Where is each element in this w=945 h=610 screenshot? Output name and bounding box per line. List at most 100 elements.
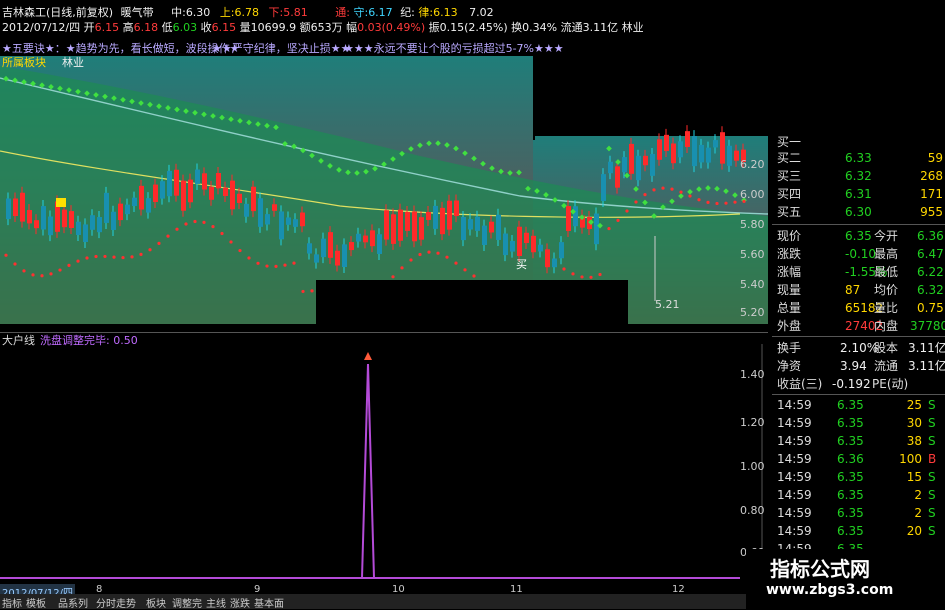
- sub-tick: 1.00: [740, 460, 765, 473]
- candle-body: [664, 134, 669, 151]
- price-tick: 5.40: [740, 278, 765, 291]
- red-dot: [40, 274, 44, 278]
- stock-title[interactable]: 吉林森工(日线,前复权): [2, 6, 113, 19]
- book-vol: 268: [920, 169, 943, 183]
- candle-body: [146, 198, 151, 213]
- candle-body: [734, 150, 739, 161]
- candle-body: [713, 140, 718, 148]
- low-value: 6.03: [172, 21, 198, 34]
- candle-body: [650, 153, 655, 176]
- candle-body: [356, 233, 361, 242]
- red-dot: [166, 234, 170, 238]
- candle-body: [69, 211, 74, 228]
- high-value: 6.18: [133, 21, 159, 34]
- tab-adjust[interactable]: 调整完: [172, 595, 202, 610]
- fund-label: 流通: [874, 359, 899, 373]
- tick-side: S: [928, 434, 936, 448]
- tick-time: 14:59: [777, 488, 812, 502]
- candle-body: [426, 212, 431, 220]
- book-price: 6.31: [845, 187, 872, 201]
- turn-label: 换: [511, 21, 523, 34]
- candle-body: [216, 173, 221, 189]
- candle-body: [34, 220, 39, 229]
- tick-vol: 20: [906, 524, 922, 538]
- open-label: 开: [83, 21, 95, 34]
- site-watermark: 指标公式网 www.zbgs3.com: [746, 549, 945, 609]
- tab-updown[interactable]: 涨跌: [230, 595, 250, 610]
- tab-fundamental[interactable]: 基本面: [254, 595, 284, 610]
- candle-body: [720, 132, 725, 164]
- red-dot: [112, 255, 116, 259]
- candle-body: [447, 200, 452, 230]
- tab-mainline[interactable]: 主线: [206, 595, 226, 610]
- tab-template[interactable]: 模板: [26, 595, 46, 610]
- red-dot: [211, 225, 215, 229]
- float-value: 3.11亿: [582, 21, 619, 34]
- down-value: 5.81: [283, 6, 308, 19]
- stat-label: 量比: [874, 301, 899, 315]
- red-dot: [670, 187, 674, 191]
- r5-value: 7.02: [469, 6, 494, 19]
- panel-divider: [772, 336, 945, 337]
- red-dot: [139, 252, 143, 256]
- main-kline-chart[interactable]: 所属板块 林业 5.21 买 6.20 6.00 5.80 5.60 5.40 …: [0, 56, 772, 324]
- red-dot: [616, 218, 620, 222]
- tab-sector[interactable]: 板块: [146, 595, 166, 610]
- red-dot: [688, 194, 692, 198]
- fund-value: 2.10%: [840, 341, 879, 355]
- red-dot: [625, 209, 629, 213]
- stat-row: 外盘 27402 内盘 37780: [772, 318, 945, 334]
- candle-body: [223, 187, 228, 196]
- book-row: 买二 6.33 59: [772, 150, 945, 166]
- price-tick: 6.20: [740, 158, 765, 171]
- red-dot: [652, 188, 656, 192]
- sub-axis: 1.40 1.20 1.00 0.80 0.60: [740, 368, 770, 568]
- red-dot: [301, 289, 305, 294]
- candle-body: [41, 206, 46, 230]
- candle-body: [517, 226, 522, 256]
- down-label: 下:: [268, 6, 284, 19]
- red-dot: [121, 255, 125, 260]
- red-dot: [58, 268, 62, 272]
- book-price: 6.32: [845, 169, 872, 183]
- r4-label: 律:: [418, 6, 434, 19]
- candle-body: [510, 240, 515, 252]
- red-dot: [76, 259, 80, 263]
- candle-body: [370, 230, 375, 247]
- red-dot: [265, 264, 269, 268]
- candle-body: [377, 234, 382, 254]
- candle-body: [643, 155, 648, 166]
- watermark-url: www.zbgs3.com: [766, 582, 894, 598]
- red-dot: [580, 275, 584, 279]
- candle-body: [433, 205, 438, 229]
- candle-body: [384, 210, 389, 240]
- r1-label: 通:: [335, 6, 350, 19]
- red-dot: [607, 226, 611, 231]
- tick-vol: 2: [914, 488, 922, 502]
- tick-list[interactable]: 14:59 6.35 25 S 14:59 6.35 30 S 14:59 6.35 38 S 1…: [772, 396, 945, 556]
- candle-body: [566, 206, 571, 232]
- tab-intraday[interactable]: 分时走势: [96, 595, 136, 610]
- indicator-tag[interactable]: 暖气带: [121, 6, 154, 19]
- mid-label: 中:: [171, 6, 186, 19]
- candle-body: [6, 198, 11, 220]
- vol-value: 10699.9: [250, 21, 297, 34]
- book-label: 买四: [777, 187, 802, 201]
- candle-body: [503, 233, 508, 256]
- candle-body: [20, 192, 25, 222]
- vol-label: 量: [239, 21, 251, 34]
- red-dot: [400, 266, 404, 270]
- candle-body: [475, 216, 480, 231]
- tab-indicator[interactable]: 指标: [2, 595, 22, 610]
- tab-series[interactable]: 品系列: [58, 595, 88, 610]
- candle-body: [272, 204, 277, 211]
- candle-body: [531, 235, 536, 253]
- block-label: 所属板块: [2, 56, 46, 69]
- candle-body: [160, 181, 165, 199]
- candle-body: [398, 209, 403, 241]
- turn-value: 0.34%: [522, 21, 558, 34]
- book-price: 6.30: [845, 205, 872, 219]
- candle-body: [349, 242, 354, 251]
- red-dot: [193, 219, 197, 224]
- red-dot: [184, 222, 188, 226]
